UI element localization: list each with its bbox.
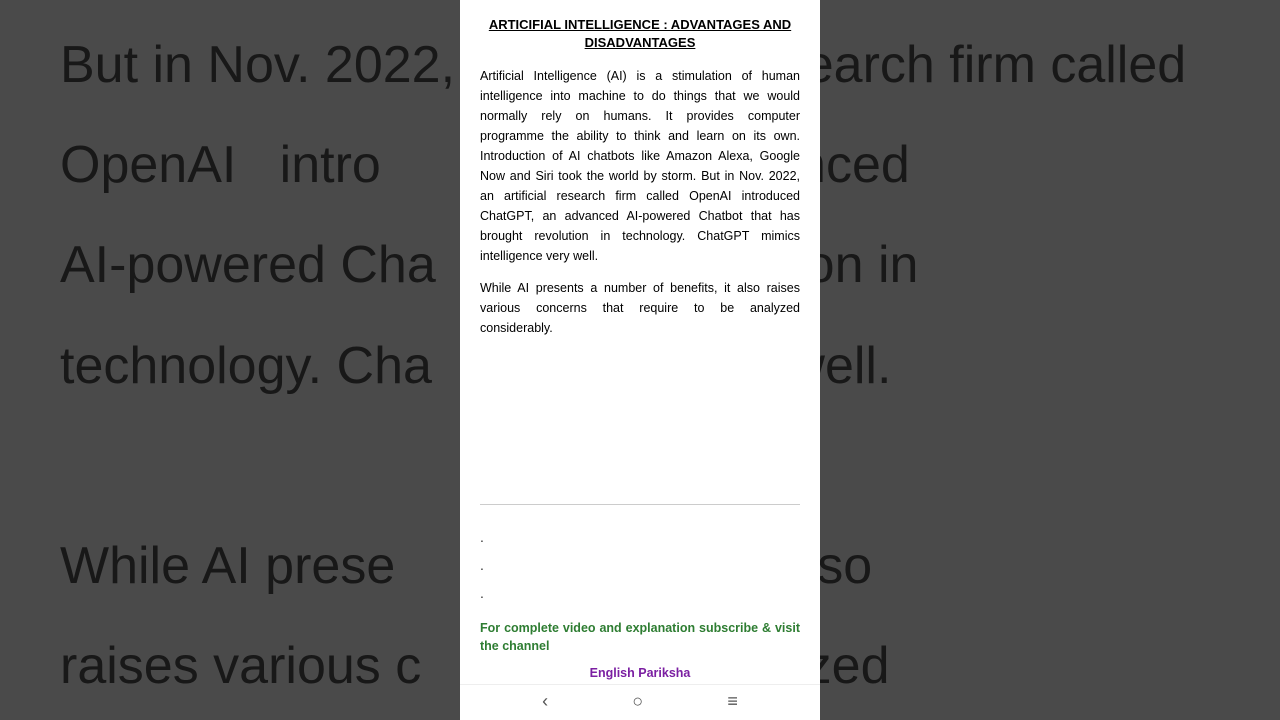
paragraph-2: While AI presents a number of benefits, … (480, 278, 800, 338)
paragraph-1: Artificial Intelligence (AI) is a stimul… (480, 66, 800, 266)
back-icon[interactable]: ‹ (542, 691, 548, 712)
dot-1: . (480, 523, 800, 551)
section-divider (480, 504, 800, 505)
dot-3: . (480, 579, 800, 607)
subscribe-text: For complete video and explanation subsc… (460, 615, 820, 661)
document-body: Artificial Intelligence (AI) is a stimul… (480, 66, 800, 338)
menu-icon[interactable]: ≡ (727, 691, 738, 712)
bottom-nav-bar: ‹ ○ ≡ (460, 684, 820, 720)
panel-content: ARTICIFIAL INTELLIGENCE : ADVANTAGES AND… (460, 0, 820, 494)
dots-section: . . . (460, 515, 820, 615)
channel-name: English Pariksha (460, 660, 820, 684)
document-panel: ARTICIFIAL INTELLIGENCE : ADVANTAGES AND… (460, 0, 820, 720)
dot-2: . (480, 551, 800, 579)
home-icon[interactable]: ○ (632, 691, 643, 712)
document-title: ARTICIFIAL INTELLIGENCE : ADVANTAGES AND… (480, 16, 800, 52)
